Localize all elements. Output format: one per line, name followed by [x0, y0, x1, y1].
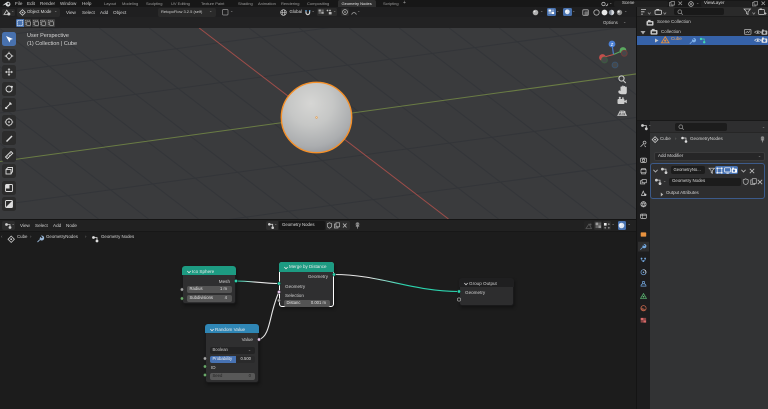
svg-text:Z: Z [611, 42, 614, 47]
